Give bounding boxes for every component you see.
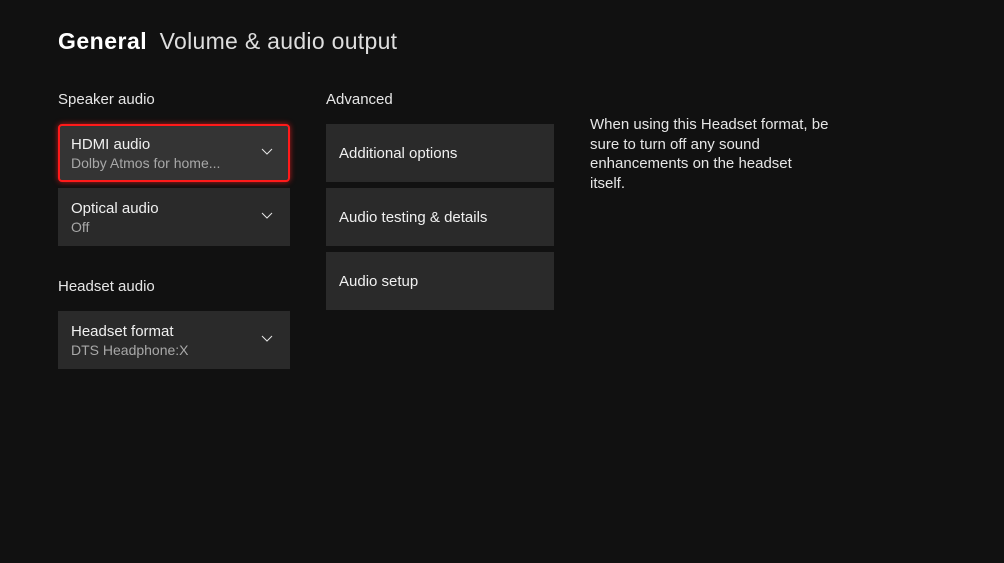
optical-audio-dropdown[interactable]: Optical audio Off: [58, 188, 290, 246]
hdmi-audio-label: HDMI audio: [71, 136, 220, 153]
headset-audio-heading: Headset audio: [58, 278, 290, 295]
hdmi-audio-value: Dolby Atmos for home...: [71, 155, 220, 171]
hdmi-audio-dropdown[interactable]: HDMI audio Dolby Atmos for home...: [58, 124, 290, 182]
header-category: General: [58, 28, 147, 54]
page-header: General Volume & audio output: [0, 0, 1004, 55]
optical-audio-label: Optical audio: [71, 200, 159, 217]
audio-setup-button[interactable]: Audio setup: [326, 252, 554, 310]
optical-audio-value: Off: [71, 219, 159, 235]
chevron-down-icon: [260, 144, 274, 163]
speaker-audio-heading: Speaker audio: [58, 91, 290, 108]
speaker-headset-column: Speaker audio HDMI audio Dolby Atmos for…: [58, 91, 290, 375]
chevron-down-icon: [260, 208, 274, 227]
audio-setup-label: Audio setup: [339, 273, 418, 290]
headset-format-value: DTS Headphone:X: [71, 342, 189, 358]
help-column: When using this Headset format, be sure …: [590, 91, 830, 375]
headset-format-dropdown[interactable]: Headset format DTS Headphone:X: [58, 311, 290, 369]
advanced-column: Advanced Additional options Audio testin…: [326, 91, 554, 375]
additional-options-button[interactable]: Additional options: [326, 124, 554, 182]
audio-testing-label: Audio testing & details: [339, 209, 487, 226]
header-page-title: Volume & audio output: [160, 28, 398, 54]
headset-format-label: Headset format: [71, 323, 189, 340]
advanced-heading: Advanced: [326, 91, 554, 108]
help-text: When using this Headset format, be sure …: [590, 91, 830, 193]
audio-testing-button[interactable]: Audio testing & details: [326, 188, 554, 246]
chevron-down-icon: [260, 331, 274, 350]
additional-options-label: Additional options: [339, 145, 457, 162]
